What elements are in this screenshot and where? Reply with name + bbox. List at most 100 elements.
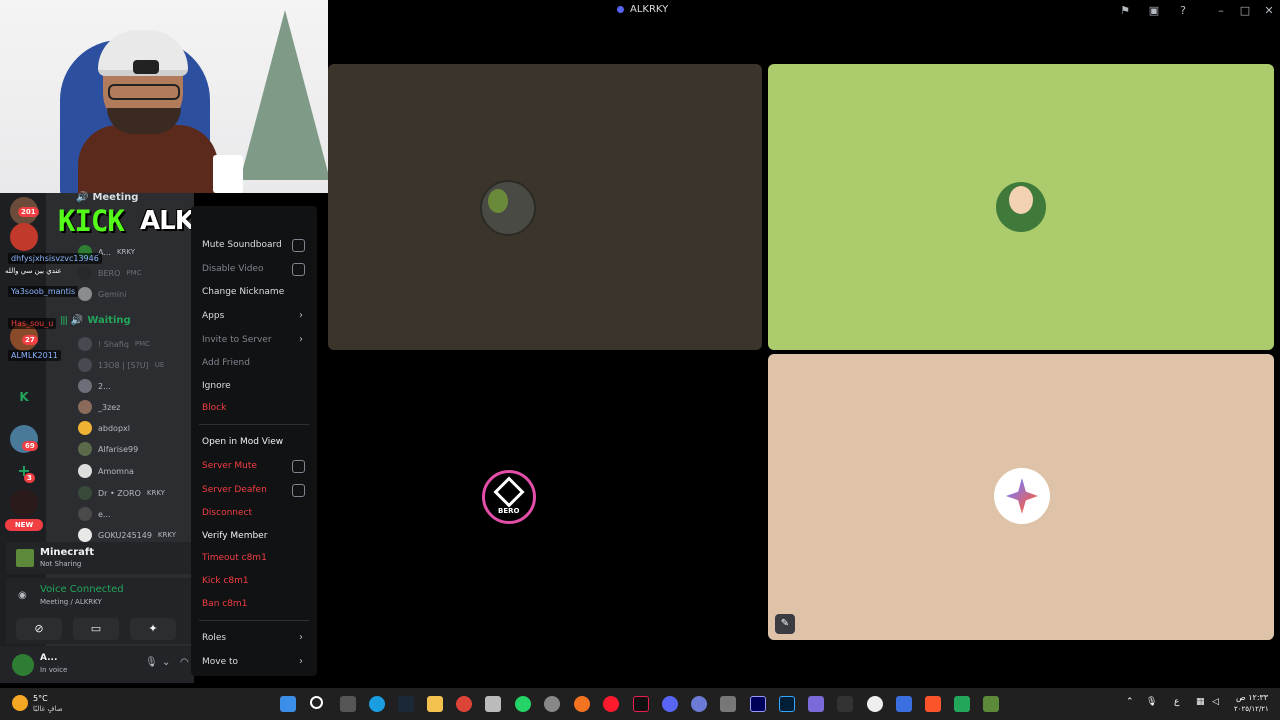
- voice-member[interactable]: Dr • ZORO KRKY: [78, 484, 165, 502]
- unread-badge: 201: [18, 207, 39, 217]
- menu-item-ban[interactable]: Ban c8m1: [191, 593, 317, 615]
- christmas-tree: [240, 10, 328, 180]
- steam-icon[interactable]: [398, 696, 414, 712]
- menu-item-verify-member[interactable]: Verify Member: [191, 525, 317, 547]
- screenshare-button[interactable]: ▭: [73, 618, 119, 640]
- avatar: [78, 358, 92, 372]
- menu-item-mute-soundboard[interactable]: Mute Soundboard: [191, 234, 317, 256]
- menu-item-block[interactable]: Block: [191, 397, 317, 419]
- menu-item-move-to[interactable]: Move to ›: [191, 651, 317, 673]
- app-icon[interactable]: [837, 696, 853, 712]
- minecraft-icon[interactable]: [983, 696, 999, 712]
- menu-item-roles[interactable]: Roles ›: [191, 627, 317, 649]
- flag-icon[interactable]: ⚑: [1118, 4, 1132, 18]
- chrome-icon[interactable]: [456, 696, 472, 712]
- help-icon[interactable]: ?: [1176, 4, 1190, 18]
- edge-icon[interactable]: [369, 696, 385, 712]
- mic-icon[interactable]: 🎙: [1146, 697, 1157, 707]
- video-tile-3[interactable]: BERO: [328, 354, 762, 640]
- clock-date[interactable]: ٢٠٢٥/١٢/٢١: [1234, 705, 1269, 713]
- voice-member[interactable]: abdopxl: [78, 419, 130, 437]
- menu-item-disable-video[interactable]: Disable Video: [191, 258, 317, 280]
- video-tile-2[interactable]: [768, 64, 1274, 350]
- voice-member[interactable]: Alfarise99: [78, 440, 138, 458]
- voice-member[interactable]: Gemini: [78, 285, 126, 303]
- avatar-face: [1009, 186, 1033, 214]
- voice-member[interactable]: _3zez: [78, 398, 120, 416]
- volume-icon[interactable]: ◁: [1212, 697, 1219, 707]
- brave-icon[interactable]: [925, 696, 941, 712]
- checkbox[interactable]: [292, 484, 305, 497]
- avatar: [78, 464, 92, 478]
- voice-member[interactable]: BERO PMC: [78, 264, 142, 282]
- cup: [213, 155, 243, 193]
- app-icon[interactable]: [574, 696, 590, 712]
- menu-item-ignore[interactable]: Ignore: [191, 375, 317, 397]
- voice-member[interactable]: 2...: [78, 377, 111, 395]
- checkbox[interactable]: [292, 263, 305, 276]
- video-tile-1[interactable]: [328, 64, 762, 350]
- menu-item-change-nickname[interactable]: Change Nickname: [191, 281, 317, 303]
- photoshop-icon[interactable]: [779, 696, 795, 712]
- settings-icon[interactable]: [867, 696, 883, 712]
- activity-panel[interactable]: Minecraft Not Sharing: [6, 542, 194, 574]
- start-icon[interactable]: [280, 696, 296, 712]
- menu-item-label: Apps: [202, 311, 225, 321]
- menu-item-apps[interactable]: Apps ›: [191, 305, 317, 327]
- voice-channel-waiting[interactable]: ||| 🔊 Waiting: [60, 315, 131, 326]
- app-icon[interactable]: [691, 696, 707, 712]
- menu-item-invite-to-server[interactable]: Invite to Server ›: [191, 329, 317, 351]
- gamepad-icon[interactable]: [808, 696, 824, 712]
- activities-button[interactable]: ✦: [130, 618, 176, 640]
- network-icon[interactable]: ▦: [1196, 697, 1205, 707]
- voice-member[interactable]: Amomna: [78, 462, 134, 480]
- avatar: [78, 421, 92, 435]
- whatsapp-icon[interactable]: [515, 696, 531, 712]
- maximize-icon[interactable]: □: [1238, 4, 1252, 18]
- avatar: [78, 507, 92, 521]
- menu-item-label: Ban c8m1: [202, 599, 248, 609]
- menu-item-timeout[interactable]: Timeout c8m1: [191, 547, 317, 569]
- chevron-up-icon[interactable]: ⌃: [1126, 697, 1134, 707]
- server-icon[interactable]: [10, 223, 38, 251]
- camera-off-button[interactable]: ⊘: [16, 618, 62, 640]
- minimize-icon[interactable]: –: [1214, 4, 1228, 18]
- menu-item-open-mod-view[interactable]: Open in Mod View: [191, 431, 317, 453]
- clock-time[interactable]: ١٢:٣٣ ص: [1236, 693, 1268, 702]
- menu-item-disconnect[interactable]: Disconnect: [191, 502, 317, 524]
- headphones-icon[interactable]: ◠: [180, 657, 189, 668]
- voice-member[interactable]: ! Shafiq PMC: [78, 335, 150, 353]
- menu-item-server-mute[interactable]: Server Mute: [191, 455, 317, 477]
- premiere-icon[interactable]: [750, 696, 766, 712]
- kick-server-icon[interactable]: K: [10, 383, 38, 411]
- tiktok-icon[interactable]: [633, 696, 649, 712]
- opera-icon[interactable]: [603, 696, 619, 712]
- menu-divider: [199, 424, 309, 425]
- screen-icon[interactable]: ▣: [1147, 4, 1161, 18]
- task-view-icon[interactable]: [340, 696, 356, 712]
- search-icon[interactable]: [310, 696, 323, 709]
- language-indicator[interactable]: ع: [1174, 697, 1179, 707]
- menu-item-server-deafen[interactable]: Server Deafen: [191, 479, 317, 501]
- video-tile-4[interactable]: [768, 354, 1274, 640]
- weather-icon[interactable]: [12, 695, 28, 711]
- snipping-tool-icon[interactable]: [485, 696, 501, 712]
- menu-item-kick[interactable]: Kick c8m1: [191, 570, 317, 592]
- close-icon[interactable]: ✕: [1262, 4, 1276, 18]
- chevron-down-icon[interactable]: ⌄: [162, 657, 170, 668]
- file-explorer-icon[interactable]: [427, 696, 443, 712]
- obs-icon[interactable]: [544, 696, 560, 712]
- checkbox[interactable]: [292, 460, 305, 473]
- menu-item-add-friend[interactable]: Add Friend: [191, 352, 317, 374]
- capcut-icon[interactable]: [720, 696, 736, 712]
- voice-member[interactable]: 13O8 | [S?U] UE: [78, 356, 164, 374]
- app-icon[interactable]: [954, 696, 970, 712]
- voice-member[interactable]: e...: [78, 505, 111, 523]
- discord-icon[interactable]: [662, 696, 678, 712]
- avatar[interactable]: [12, 654, 34, 676]
- voice-status-panel[interactable]: ◉ Voice Connected Meeting / ALKRKY: [6, 578, 194, 614]
- app-icon[interactable]: [896, 696, 912, 712]
- checkbox[interactable]: [292, 239, 305, 252]
- server-icon[interactable]: [10, 489, 38, 517]
- mic-icon[interactable]: 🎙: [145, 657, 158, 668]
